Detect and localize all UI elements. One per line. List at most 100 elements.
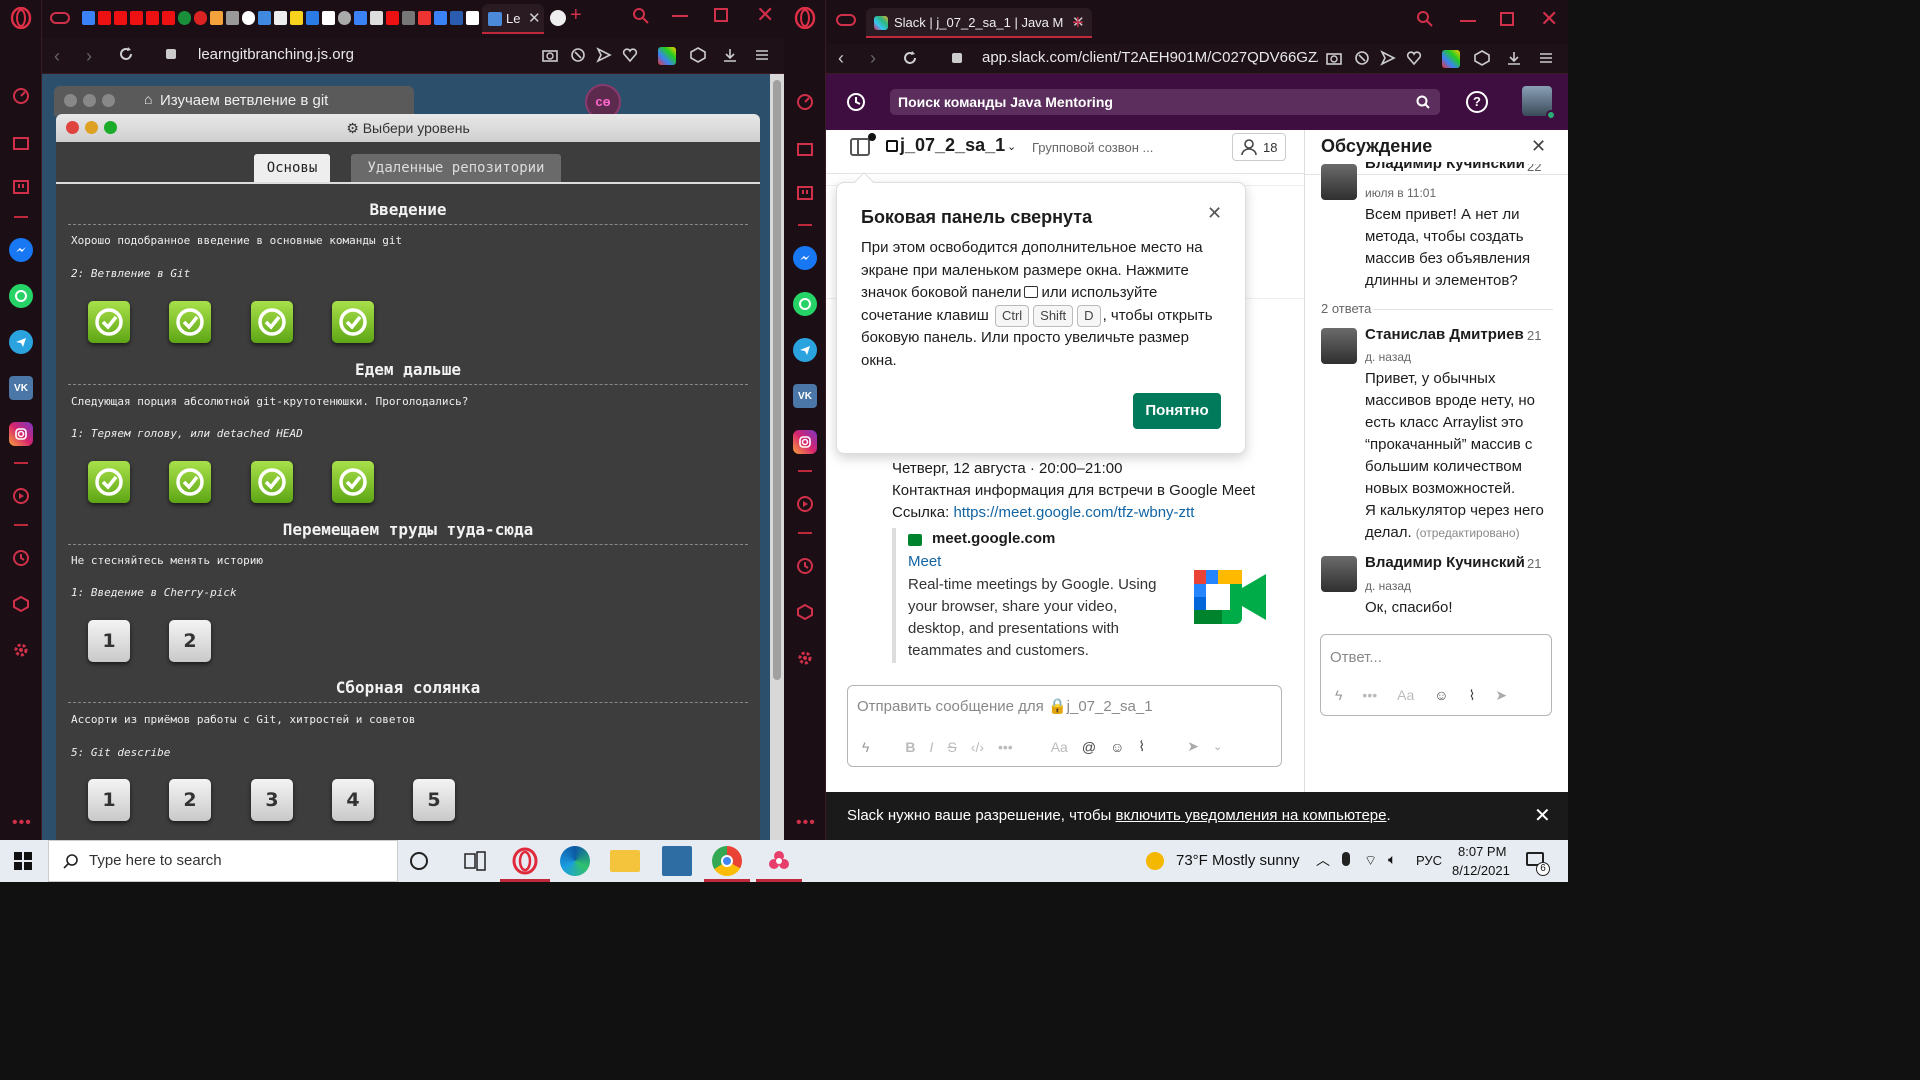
unfurl-title[interactable]: Meet [908, 553, 941, 570]
meet-link[interactable]: https://meet.google.com/tfz-wbny-ztt [953, 504, 1194, 521]
attach-icon[interactable]: ⌇ [1469, 687, 1476, 704]
github-tab-icon[interactable] [550, 10, 566, 26]
avatar[interactable] [1321, 556, 1357, 592]
page-scrollbar[interactable] [770, 74, 784, 840]
extensions-icon[interactable] [793, 600, 817, 624]
send-icon[interactable] [1380, 50, 1398, 68]
close-window-button[interactable]: ✕ [756, 2, 774, 28]
task-view-icon[interactable] [460, 846, 490, 876]
gamepad-icon[interactable] [50, 10, 70, 26]
maximize-button[interactable] [1500, 12, 1514, 26]
new-tab-button[interactable]: + [1072, 12, 1084, 35]
help-icon[interactable]: ? [1466, 91, 1488, 113]
minimize-button[interactable] [1460, 20, 1476, 22]
sidebar-toggle-icon[interactable] [850, 138, 870, 156]
tab-remote[interactable]: Удаленные репозитории [351, 154, 561, 182]
lightning-icon[interactable]: ϟ [862, 739, 869, 755]
send-message-icon[interactable]: ➤ [1187, 738, 1199, 755]
history-icon[interactable] [9, 546, 33, 570]
snapshot-icon[interactable] [542, 47, 560, 65]
telegram-icon[interactable] [9, 330, 33, 354]
telegram-icon[interactable] [793, 338, 817, 362]
message-author[interactable]: Владимир Кучинский [1365, 554, 1525, 571]
whatsapp-icon[interactable] [793, 292, 817, 316]
instagram-icon[interactable] [793, 430, 817, 454]
close-window-button[interactable]: ✕ [1540, 6, 1558, 32]
maximize-dot[interactable] [104, 121, 117, 134]
download-icon[interactable] [1506, 50, 1524, 68]
twitch-icon[interactable] [793, 182, 817, 206]
search-tabs-icon[interactable] [1416, 10, 1434, 28]
reply-composer[interactable]: Ответ... ϟ ••• Aa ☺ ⌇ ➤ [1320, 634, 1552, 716]
attach-icon[interactable]: ⌇ [1138, 738, 1145, 755]
new-tab-button[interactable]: + [570, 4, 582, 27]
message-author[interactable]: Владимир Кучинский [1365, 162, 1525, 176]
extension-icon[interactable] [1442, 50, 1460, 68]
gamepad-icon[interactable] [836, 12, 856, 28]
easy-setup-icon[interactable] [754, 47, 772, 65]
close-dot[interactable] [66, 121, 79, 134]
level-complete-button[interactable] [251, 461, 293, 503]
level-complete-button[interactable] [88, 461, 130, 503]
active-tab[interactable]: Le ✕ [482, 4, 544, 34]
snapshot-icon[interactable] [1326, 50, 1344, 68]
code-icon[interactable]: ‹/› [971, 739, 984, 755]
send-options-icon[interactable]: ⌄ [1213, 740, 1222, 753]
messenger-icon[interactable] [9, 238, 33, 262]
thread-close-icon[interactable]: ✕ [1531, 136, 1546, 157]
lightning-icon[interactable]: ϟ [1335, 687, 1342, 704]
maximize-button[interactable] [714, 8, 728, 22]
more-formatting-icon[interactable]: ••• [998, 739, 1013, 755]
history-clock-icon[interactable] [846, 92, 866, 112]
format-icon[interactable]: Aa [1397, 687, 1414, 704]
more-icon[interactable]: ••• [12, 814, 32, 832]
download-icon[interactable] [722, 47, 740, 65]
strikethrough-icon[interactable]: S [947, 739, 956, 755]
heart-icon[interactable] [622, 47, 640, 65]
network-icon[interactable]: ⌔ [1364, 852, 1377, 870]
level-button[interactable]: 5 [413, 779, 455, 821]
message-author[interactable]: Станислав Дмитриев [1365, 326, 1524, 343]
reload-icon[interactable] [902, 50, 918, 66]
chrome-icon[interactable] [712, 846, 742, 876]
back-icon[interactable]: ‹ [838, 48, 844, 69]
speed-dial-icon[interactable] [793, 90, 817, 114]
extensions-icon[interactable] [9, 592, 33, 616]
back-icon[interactable]: ‹ [54, 46, 60, 67]
edge-icon[interactable] [560, 846, 590, 876]
vk-icon[interactable]: VK [793, 384, 817, 408]
microphone-icon[interactable] [1342, 852, 1350, 866]
weather-icon[interactable] [1146, 852, 1164, 870]
language-indicator[interactable]: РУС [1416, 853, 1442, 868]
italic-icon[interactable]: I [930, 739, 934, 755]
level-button[interactable]: 2 [169, 620, 211, 662]
twitch-icon[interactable] [9, 176, 33, 200]
tab-close-icon[interactable]: ✕ [528, 9, 541, 27]
address-url[interactable]: learngitbranching.js.org [198, 46, 354, 68]
active-tab[interactable]: Slack | j_07_2_sa_1 | Java M ✕ [866, 8, 1092, 38]
pinned-tabs-strip[interactable] [82, 11, 522, 27]
level-complete-button[interactable] [332, 461, 374, 503]
minimize-dot[interactable] [85, 121, 98, 134]
got-it-button[interactable]: Понятно [1133, 393, 1221, 429]
cortana-icon[interactable] [410, 852, 428, 870]
shopping-icon[interactable] [9, 130, 33, 154]
forward-icon[interactable]: › [86, 46, 92, 67]
channel-name[interactable]: j_07_2_sa_1 [900, 135, 1005, 156]
messenger-icon[interactable] [793, 246, 817, 270]
weather-text[interactable]: Mostly sunny [1212, 852, 1300, 869]
more-icon[interactable]: ••• [796, 814, 816, 832]
adblock-icon[interactable] [570, 47, 588, 65]
workspace-search[interactable]: Поиск команды Java Mentoring [890, 89, 1440, 115]
clock-date[interactable]: 8/12/2021 [1452, 863, 1510, 878]
start-button[interactable] [14, 852, 32, 870]
format-icon[interactable]: Aa [1051, 739, 1068, 755]
level-button[interactable]: 1 [88, 779, 130, 821]
bold-icon[interactable]: B [905, 739, 915, 755]
adblock-icon[interactable] [1354, 50, 1372, 68]
level-button[interactable]: 3 [251, 779, 293, 821]
more-formatting-icon[interactable]: ••• [1362, 687, 1377, 704]
whatsapp-icon[interactable] [9, 284, 33, 308]
opera-logo-icon[interactable] [793, 6, 817, 30]
speed-dial-icon[interactable] [9, 84, 33, 108]
